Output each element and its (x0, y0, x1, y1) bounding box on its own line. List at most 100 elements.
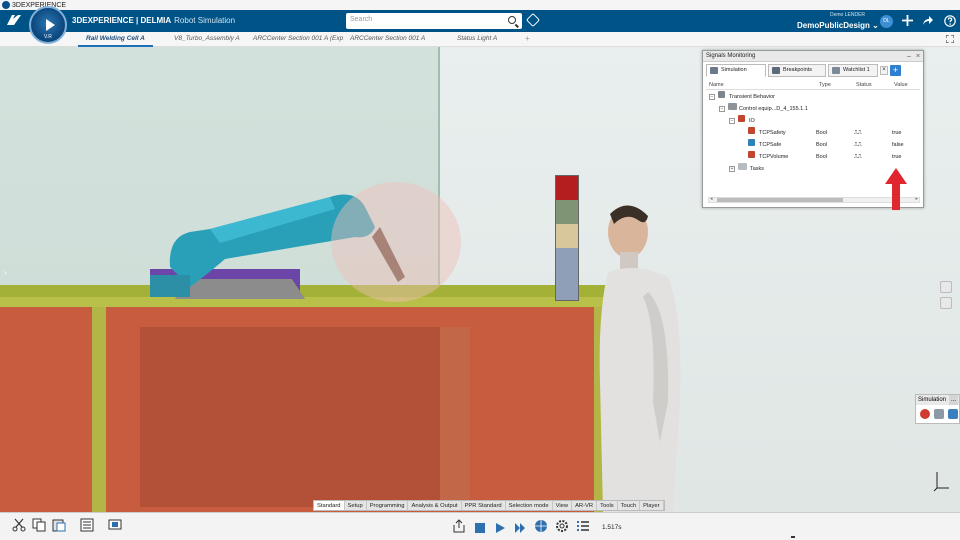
settings-gear-icon[interactable] (555, 519, 569, 533)
tree-row-tcpsafe[interactable]: TCPSafe Bool ⎍⎍ false (706, 139, 920, 151)
compass-button[interactable]: V.R (29, 6, 67, 44)
tcp-safety-zone (331, 182, 461, 302)
tab-breakpoints-label: Breakpoints (783, 67, 813, 73)
stack-light-red (556, 176, 578, 200)
tab-rail-welding-cell[interactable]: Rail Welding Cell A (78, 35, 153, 47)
tree-row-control-equipment[interactable]: − Control equip...D_4_155.1.1 (706, 103, 920, 115)
collapse-icon[interactable]: − (709, 94, 715, 100)
globe-icon[interactable] (534, 519, 548, 533)
scrollbar-thumb[interactable] (717, 198, 843, 202)
action-bar-tabs: Standard Setup Programming Analysis & Ou… (313, 500, 665, 511)
add-icon[interactable] (902, 15, 913, 29)
simulation-panel-title: Simulation ... (916, 395, 959, 405)
help-icon[interactable] (944, 15, 956, 30)
signals-tabs: Simulation Breakpoints Watchlist 1 × + (706, 64, 920, 77)
actbar-view[interactable]: View (553, 501, 573, 510)
play-button[interactable] (494, 521, 506, 533)
mouse-cursor-icon (791, 536, 795, 538)
compass-version: V.R (44, 34, 52, 40)
expand-icon[interactable]: + (729, 166, 735, 172)
tab-arccenter-section[interactable]: ARCCenter Section 001 A (350, 35, 425, 42)
panel-expand-arrow-icon[interactable]: › (4, 268, 7, 277)
tab-status-light[interactable]: Status Light A (457, 35, 497, 42)
share-icon[interactable] (922, 15, 933, 29)
paste-icon[interactable] (52, 518, 66, 532)
fullscreen-icon[interactable] (945, 34, 955, 45)
signal-status: ⎍⎍ (854, 142, 862, 148)
col-type: Type (819, 82, 831, 88)
annotation-arrow-icon (885, 168, 907, 210)
minimize-button[interactable]: – (907, 51, 911, 62)
scroll-right-icon[interactable]: ▸ (915, 196, 918, 202)
tab-watchlist-label: Watchlist 1 (843, 67, 870, 73)
welding-cell-cabinet (0, 297, 608, 512)
stack-light-green (556, 200, 578, 224)
signal-name: TCPVolume (759, 154, 789, 160)
collapse-icon[interactable]: − (719, 106, 725, 112)
list-icon[interactable] (576, 519, 590, 533)
add-watchlist-button[interactable]: + (890, 65, 901, 76)
camera-icon[interactable] (940, 297, 952, 309)
output-signal-icon (748, 151, 755, 158)
signals-column-headers: Name Type Status Value (706, 81, 920, 90)
right-toolbar (940, 281, 954, 313)
tag-icon[interactable] (525, 12, 541, 28)
simulation-icon (710, 67, 718, 74)
scroll-left-icon[interactable]: ◂ (710, 196, 713, 202)
collab-space-selector[interactable]: DemoPublicDesign ⌄ (797, 21, 879, 30)
brand-label: 3DEXPERIENCE | DELMIA (72, 16, 172, 25)
actbar-programming[interactable]: Programming (367, 501, 409, 510)
output-signal-icon (748, 127, 755, 134)
tree-row-io[interactable]: − IO (706, 115, 920, 127)
screen-capture-icon[interactable] (108, 518, 122, 532)
simulation-panel-label: Simulation (918, 397, 947, 403)
search-input[interactable]: Search (350, 16, 372, 23)
signal-type: Bool (816, 154, 828, 160)
add-tab-button[interactable]: + (525, 34, 530, 43)
actbar-selection-mode[interactable]: Selection mode (506, 501, 553, 510)
col-status: Status (856, 82, 872, 88)
app-logo-icon (2, 1, 10, 9)
tab-breakpoints[interactable]: Breakpoints (768, 64, 826, 77)
tab-arccenter-exp[interactable]: ARCCenter Section 001 A (Exp (253, 35, 343, 42)
export-icon[interactable] (452, 519, 466, 533)
status-stack-light (555, 175, 579, 301)
actbar-ar-vr[interactable]: AR-VR (572, 501, 598, 510)
document-tabs: Rail Welding Cell A V8_Turbo_Assembly A … (0, 32, 960, 47)
avatar[interactable]: DL (880, 15, 893, 28)
tree-row-transient-behavior[interactable]: − Transient Behavior (706, 91, 920, 103)
actbar-setup[interactable]: Setup (345, 501, 367, 510)
cut-icon[interactable] (12, 518, 26, 532)
collapse-icon[interactable]: − (729, 118, 735, 124)
view-toggle-icon[interactable] (940, 281, 952, 293)
robot-sim-icon[interactable] (948, 409, 958, 419)
actbar-standard[interactable]: Standard (314, 501, 345, 510)
tab-simulation[interactable]: Simulation (706, 64, 766, 77)
actbar-ppr-standard[interactable]: PPR Standard (462, 501, 506, 510)
stop-button[interactable] (474, 521, 486, 533)
step-icon[interactable] (934, 409, 944, 419)
record-icon[interactable] (920, 409, 930, 419)
copy-icon[interactable] (32, 518, 46, 532)
signal-status: ⎍⎍ (854, 154, 862, 160)
actbar-tools[interactable]: Tools (597, 501, 618, 510)
actbar-player[interactable]: Player (640, 501, 664, 510)
behavior-icon (718, 91, 725, 98)
stack-light-yellow (556, 224, 578, 248)
tab-watchlist[interactable]: Watchlist 1 (828, 64, 878, 77)
properties-icon[interactable] (80, 518, 94, 532)
close-button[interactable]: × (916, 51, 920, 62)
signal-type: Bool (816, 130, 828, 136)
tree-row-tcpsafety[interactable]: TCPSafety Bool ⎍⎍ true (706, 127, 920, 139)
app-name-label: Robot Simulation (174, 16, 236, 25)
stack-light-blue (556, 248, 578, 300)
more-button[interactable]: ... (948, 395, 958, 405)
step-forward-button[interactable] (514, 521, 526, 533)
tab-v8-turbo-assembly[interactable]: V8_Turbo_Assembly A (174, 35, 240, 42)
search-icon[interactable] (508, 16, 516, 24)
actbar-analysis-output[interactable]: Analysis & Output (408, 501, 462, 510)
search-box[interactable]: Search (346, 13, 522, 29)
actbar-touch[interactable]: Touch (618, 501, 641, 510)
tree-row-tcpvolume[interactable]: TCPVolume Bool ⎍⎍ true (706, 151, 920, 163)
tab-close-button[interactable]: × (880, 66, 888, 75)
